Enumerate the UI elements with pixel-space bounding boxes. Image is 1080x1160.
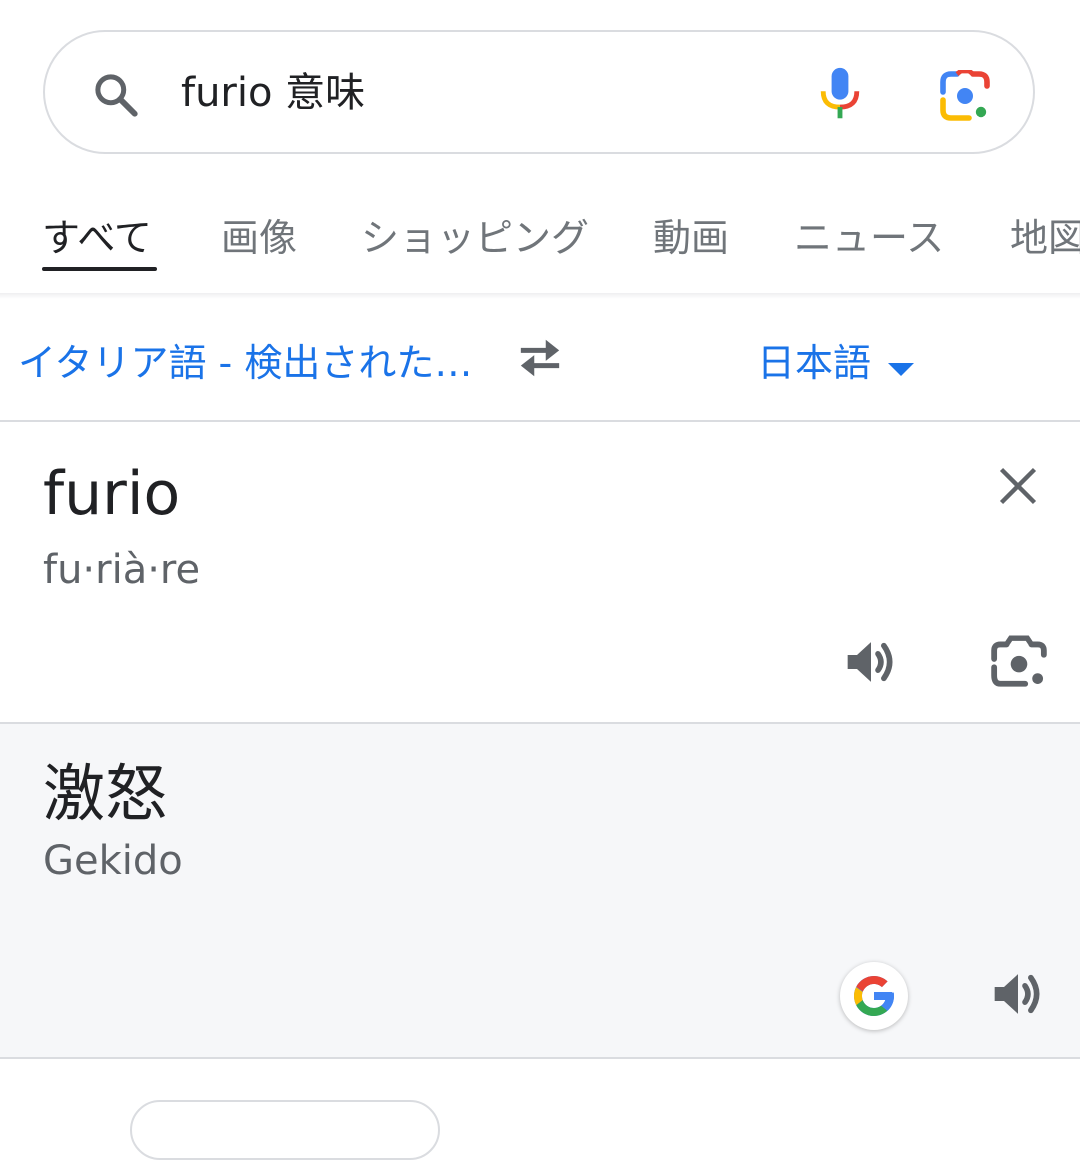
target-speaker-icon[interactable] (990, 966, 1046, 1022)
target-pronunciation: Gekido (43, 838, 183, 884)
search-bar[interactable]: furio 意味 (43, 30, 1035, 154)
source-pronunciation: fu·rià·re (43, 547, 201, 593)
search-icon[interactable] (91, 70, 141, 120)
target-text: 激怒 (43, 757, 168, 830)
tab-maps[interactable]: 地図 (1010, 212, 1080, 264)
target-language-selector[interactable]: 日本語 (757, 337, 871, 389)
search-tabs: すべて 画像 ショッピング 動画 ニュース 地図 (0, 190, 1080, 294)
tab-images[interactable]: 画像 (221, 212, 297, 264)
source-text[interactable]: furio (43, 456, 180, 532)
lens-icon[interactable] (939, 70, 991, 122)
google-logo-button[interactable] (840, 962, 908, 1030)
camera-search-icon[interactable] (990, 634, 1048, 688)
divider (0, 420, 1080, 422)
tab-news[interactable]: ニュース (794, 212, 944, 264)
translation-result-panel: 激怒 Gekido (0, 724, 1080, 1057)
search-query[interactable]: furio 意味 (181, 65, 365, 121)
language-selector-row: イタリア語 - 検出された… 日本語 (0, 299, 1080, 420)
tab-all[interactable]: すべて (42, 212, 152, 264)
source-language-selector[interactable]: イタリア語 - 検出された… (18, 337, 472, 389)
swap-languages-icon[interactable] (512, 335, 568, 381)
source-speaker-icon[interactable] (843, 634, 899, 690)
bottom-chip[interactable] (130, 1100, 440, 1160)
chevron-down-icon[interactable] (886, 361, 916, 377)
close-icon[interactable] (996, 464, 1040, 508)
active-tab-underline (42, 267, 157, 271)
tab-videos[interactable]: 動画 (653, 212, 729, 264)
mic-icon[interactable] (817, 66, 863, 122)
divider (0, 1057, 1080, 1059)
google-g-icon (854, 976, 894, 1016)
tab-shopping[interactable]: ショッピング (361, 212, 589, 264)
